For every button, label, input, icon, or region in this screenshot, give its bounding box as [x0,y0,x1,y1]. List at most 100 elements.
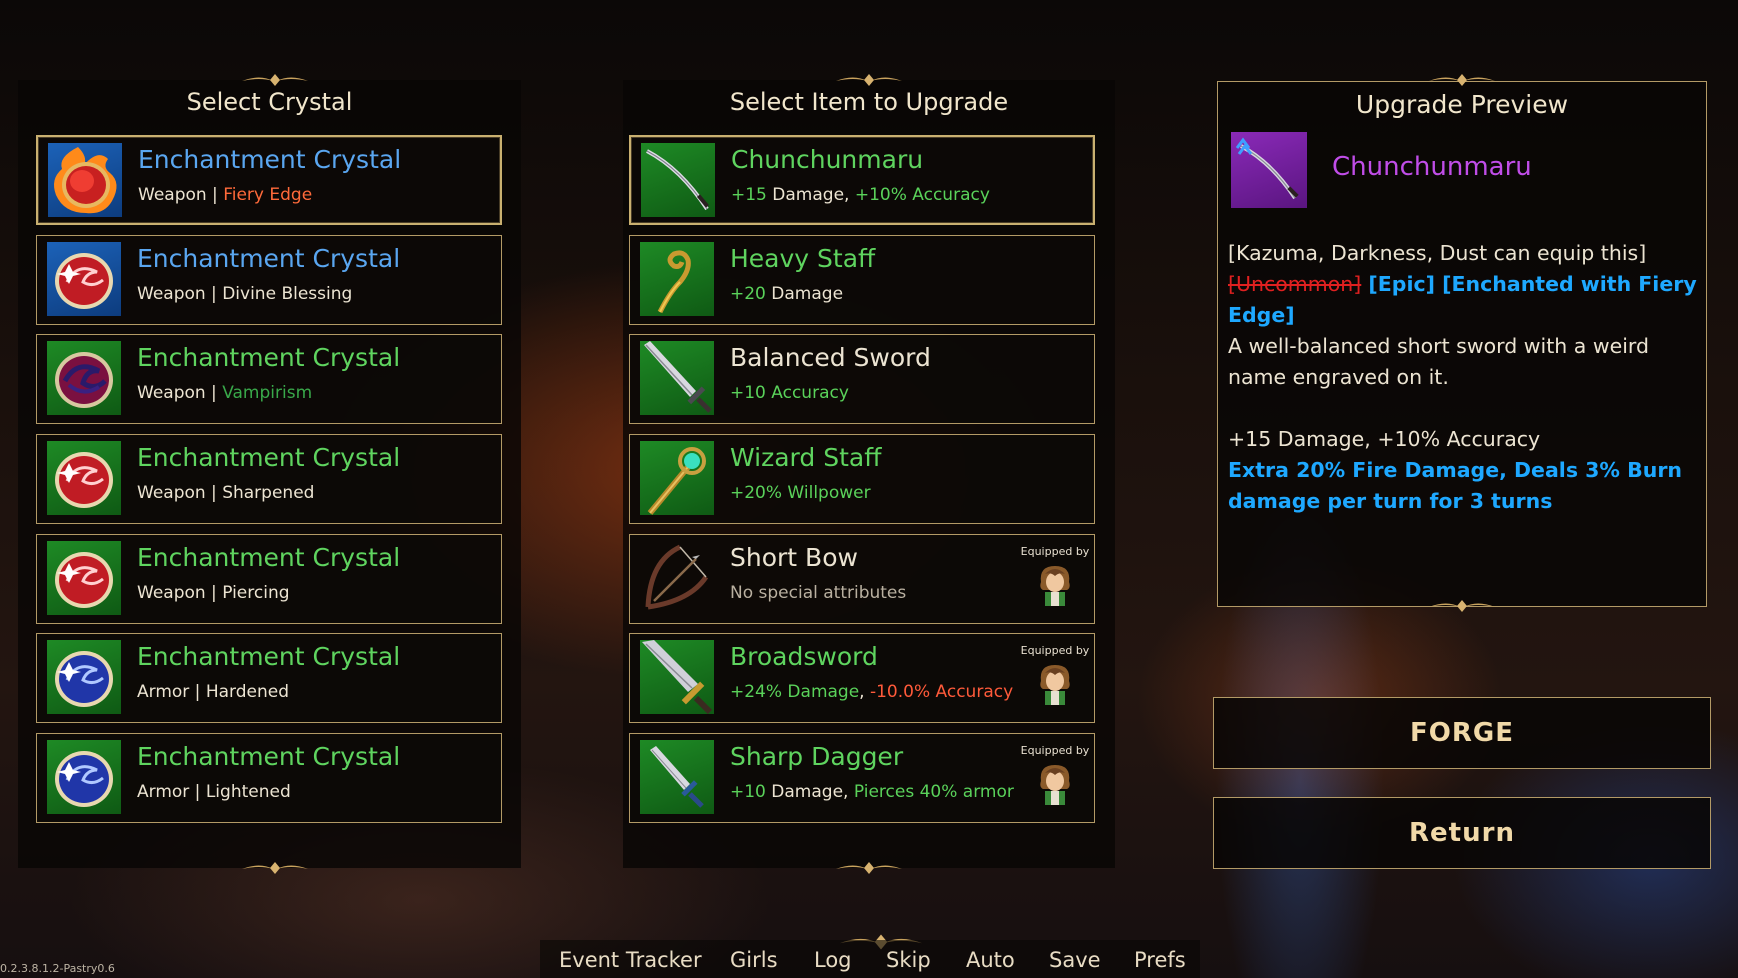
item-stat: Damage [765,782,844,802]
equipped-by-label: Equipped by [1020,744,1090,757]
item-name: Heavy Staff [730,244,876,273]
ornament-icon [836,862,902,874]
item-stats: +10 Damage, Pierces 40% armor [730,782,1014,802]
preview-old-rarity: [Uncommon] [1228,272,1362,296]
item-name: Sharp Dagger [730,742,904,771]
crystal-effect: Lightened [205,782,291,802]
ornament-icon [1429,74,1495,86]
item-stats: +24% Damage, -10.0% Accuracy [730,682,1013,702]
katana-icon [1235,137,1299,200]
item-name: Broadsword [730,642,878,671]
crystal-effect: Hardened [205,682,289,702]
character-avatar-icon [1018,661,1092,709]
item-stats: +20 Damage [730,284,843,304]
crystal-thumbnail [47,640,121,714]
item-stat: Pierces 40% armor [853,782,1014,802]
item-name: Short Bow [730,543,858,572]
ornament-icon [242,74,308,86]
preview-description: [Kazuma, Darkness, Dust can equip this] … [1228,238,1698,517]
quick-menu-prefs[interactable]: Prefs [1134,948,1186,972]
item-name: Wizard Staff [730,443,882,472]
item-name: Chunchunmaru [731,145,924,174]
item-row[interactable]: Wizard Staff +20% Willpower [629,434,1095,524]
item-row[interactable]: Sharp Dagger +10 Damage, Pierces 40% armo… [629,733,1095,823]
character-avatar-icon [1018,761,1092,809]
quick-menu-girls[interactable]: Girls [730,948,778,972]
crystal-effect: Piercing [222,583,290,603]
crystal-name: Enchantment Crystal [137,343,401,372]
crystal-separator: | [205,383,223,403]
crystal-row[interactable]: Enchantment Crystal Weapon | Divine Bless… [36,235,502,325]
upgrade-preview-title: Upgrade Preview [1355,90,1569,119]
return-button[interactable]: Return [1213,797,1711,869]
preview-item-thumbnail [1231,132,1307,208]
item-panel-title: Select Item to Upgrade [729,88,1009,116]
preview-enchant-effect: Extra 20% Fire Damage, Deals 3% Burn dam… [1228,458,1683,513]
item-stat: Damage [766,185,845,205]
ornament-icon [242,862,308,874]
crystal-row[interactable]: Enchantment Crystal Armor | Lightened [36,733,502,823]
item-stat: +20 [730,284,766,304]
crystal-name: Enchantment Crystal [137,543,401,572]
crystal-name: Enchantment Crystal [138,145,402,174]
crystal-thumbnail [47,740,121,814]
crystal-type: Weapon [137,583,206,603]
item-row[interactable]: Heavy Staff +20 Damage [629,235,1095,325]
preview-stats: +15 Damage, +10% Accuracy [1228,427,1541,451]
quick-menu-event-tracker[interactable]: Event Tracker [559,948,702,972]
crystal-thumbnail [47,441,121,515]
item-thumbnail [640,640,714,714]
preview-rarity-line: [Uncommon] [Epic] [Enchanted with Fiery … [1228,269,1698,331]
crystal-type: Weapon [137,284,206,304]
crystal-info: Armor | Hardened [137,682,289,702]
item-stat: +10 Accuracy [730,383,849,403]
crystal-separator: | [205,583,223,603]
item-name: Balanced Sword [730,343,931,372]
item-thumbnail [640,740,714,814]
crystal-type: Armor [137,682,190,702]
item-row[interactable]: Balanced Sword +10 Accuracy [629,334,1095,424]
crystal-row[interactable]: Enchantment Crystal Weapon | Vampirism [36,334,502,424]
crystal-separator: | [189,782,206,802]
equipped-by-label: Equipped by [1020,545,1090,558]
preview-equip-line: [Kazuma, Darkness, Dust can equip this] [1228,241,1647,265]
item-stat: , [843,782,854,802]
item-stat: No special attributes [730,583,907,603]
quick-menu-log[interactable]: Log [814,948,852,972]
crystal-info: Armor | Lightened [137,782,291,802]
crystal-type: Weapon [137,383,206,403]
forge-button[interactable]: FORGE [1213,697,1711,769]
upgrade-preview-panel: Upgrade Preview Chunchunmaru [Kazuma, Da… [1217,81,1707,607]
crystal-info: Weapon | Sharpened [137,483,314,503]
crystal-effect: Sharpened [222,483,315,503]
crystal-info: Weapon | Fiery Edge [138,185,312,205]
crystal-separator: | [206,185,224,205]
crystal-row[interactable]: Enchantment Crystal Armor | Hardened [36,633,502,723]
item-stats: +20% Willpower [730,483,871,503]
crystal-thumbnail [47,341,121,415]
equipped-by-badge: Equipped by [1018,545,1092,610]
preview-item-name: Chunchunmaru [1332,152,1532,182]
quick-menu-auto[interactable]: Auto [966,948,1015,972]
equipped-by-badge: Equipped by [1018,644,1092,709]
item-stat: , [859,682,870,702]
crystal-row[interactable]: Enchantment Crystal Weapon | Piercing [36,534,502,624]
item-row[interactable]: Broadsword +24% Damage, -10.0% Accuracy Eq… [629,633,1095,723]
item-stat: -10.0% Accuracy [869,682,1014,702]
crystal-panel-title: Select Crystal [186,88,353,116]
quick-menu-skip[interactable]: Skip [886,948,931,972]
item-row[interactable]: Short Bow No special attributes Equipped b… [629,534,1095,624]
crystal-name: Enchantment Crystal [137,244,401,273]
version-label: 0.2.3.8.1.2-Pastry0.6 [0,962,115,975]
item-row[interactable]: Chunchunmaru +15 Damage, +10% Accuracy [629,135,1095,225]
crystal-name: Enchantment Crystal [137,443,401,472]
ornament-icon [836,74,902,86]
item-stats: +15 Damage, +10% Accuracy [731,185,990,205]
item-stat: +24% Damage [730,682,860,702]
quick-menu-save[interactable]: Save [1049,948,1101,972]
crystal-row[interactable]: Enchantment Crystal Weapon | Fiery Edge [36,135,502,225]
item-thumbnail [640,541,714,615]
crystal-row[interactable]: Enchantment Crystal Weapon | Sharpened [36,434,502,524]
crystal-thumbnail [48,143,122,217]
item-stat: +10 [730,782,766,802]
